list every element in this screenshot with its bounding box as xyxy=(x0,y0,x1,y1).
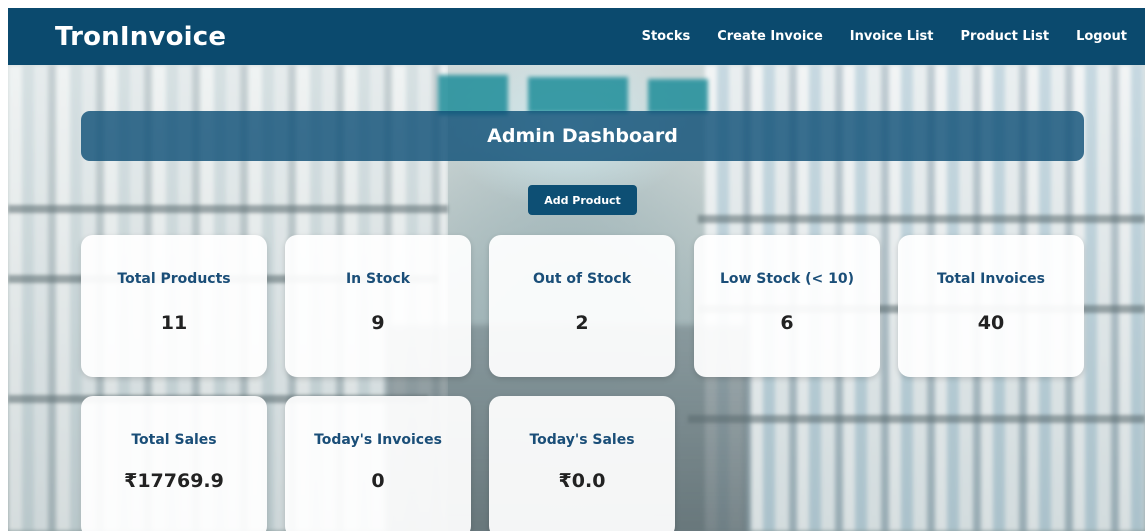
stat-value: ₹17769.9 xyxy=(124,470,224,492)
stat-value: 9 xyxy=(371,312,385,334)
page-title: Admin Dashboard xyxy=(487,125,678,147)
stat-label: Total Sales xyxy=(131,432,217,448)
stat-card-total-products: Total Products 11 xyxy=(81,235,267,377)
brand-logo[interactable]: TronInvoice xyxy=(55,22,226,52)
app-frame: TronInvoice Stocks Create Invoice Invoic… xyxy=(8,8,1145,531)
stat-value: 2 xyxy=(575,312,589,334)
nav-link-create-invoice[interactable]: Create Invoice xyxy=(717,29,823,44)
stat-label: Today's Sales xyxy=(529,432,635,448)
stat-value: 40 xyxy=(977,312,1005,334)
stat-label: Today's Invoices xyxy=(314,432,442,448)
stat-card-low-stock: Low Stock (< 10) 6 xyxy=(694,235,880,377)
stat-card-total-sales: Total Sales ₹17769.9 xyxy=(81,396,267,531)
nav-links: Stocks Create Invoice Invoice List Produ… xyxy=(642,29,1127,44)
stat-label: Out of Stock xyxy=(532,271,632,287)
stat-card-todays-sales: Today's Sales ₹0.0 xyxy=(489,396,675,531)
top-navbar: TronInvoice Stocks Create Invoice Invoic… xyxy=(8,8,1145,65)
nav-link-product-list[interactable]: Product List xyxy=(961,29,1050,44)
stat-card-in-stock: In Stock 9 xyxy=(285,235,471,377)
nav-link-invoice-list[interactable]: Invoice List xyxy=(850,29,934,44)
add-product-button[interactable]: Add Product xyxy=(528,185,637,215)
stat-value: ₹0.0 xyxy=(558,470,606,492)
stat-label: Total Products xyxy=(117,271,231,287)
stat-card-out-of-stock: Out of Stock 2 xyxy=(489,235,675,377)
dashboard-header: Admin Dashboard xyxy=(81,111,1084,161)
stat-value: 0 xyxy=(371,470,385,492)
stat-value: 11 xyxy=(160,312,188,334)
stat-label: Total Invoices xyxy=(937,271,1045,287)
nav-link-logout[interactable]: Logout xyxy=(1076,29,1127,44)
stat-label: In Stock xyxy=(345,271,411,287)
stat-card-total-invoices: Total Invoices 40 xyxy=(898,235,1084,377)
nav-link-stocks[interactable]: Stocks xyxy=(642,29,691,44)
stat-label: Low Stock (< 10) xyxy=(719,271,855,287)
stat-card-todays-invoices: Today's Invoices 0 xyxy=(285,396,471,531)
stat-value: 6 xyxy=(780,312,794,334)
